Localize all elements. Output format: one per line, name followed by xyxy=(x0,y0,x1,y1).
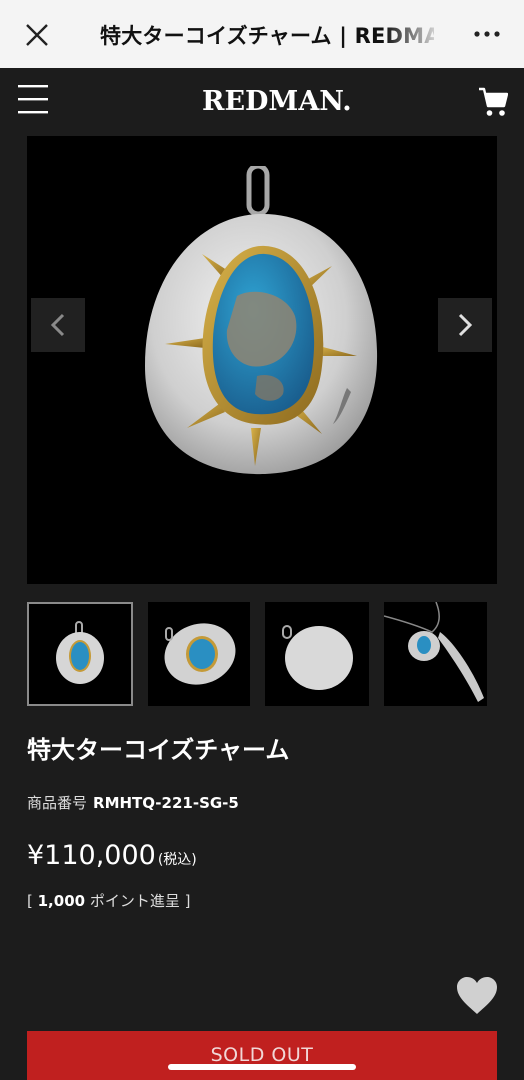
sold-out-button[interactable]: SOLD OUT xyxy=(27,1031,497,1080)
thumbnail-strip xyxy=(27,602,497,708)
more-icon[interactable] xyxy=(474,30,500,38)
thumbnail-4[interactable] xyxy=(384,602,487,706)
product-price: ¥110,000 (税込) xyxy=(27,840,197,871)
turquoise-pendant-image xyxy=(145,166,378,475)
cart-icon[interactable] xyxy=(478,86,508,118)
product-sku: 商品番号 RMHTQ-221-SG-5 xyxy=(27,794,239,812)
hamburger-menu-icon[interactable] xyxy=(18,82,50,116)
browser-bar: 特大ターコイズチャーム | REDMAN xyxy=(0,0,524,68)
thumbnail-2[interactable] xyxy=(148,602,250,706)
gallery-prev-button[interactable] xyxy=(31,298,85,352)
site-logo[interactable]: REDMAN. xyxy=(202,84,352,122)
chevron-right-icon xyxy=(458,313,473,337)
thumbnail-1[interactable] xyxy=(27,602,133,706)
product-main-image[interactable] xyxy=(27,136,497,584)
thumbnail-3[interactable] xyxy=(265,602,369,706)
gallery-next-button[interactable] xyxy=(438,298,492,352)
home-indicator xyxy=(168,1064,356,1070)
chevron-left-icon xyxy=(50,313,65,337)
product-points: [ 1,000 ポイント進呈 ] xyxy=(27,892,191,910)
product-title: 特大ターコイズチャーム xyxy=(27,736,290,764)
heart-icon[interactable] xyxy=(456,976,498,1016)
close-icon[interactable] xyxy=(24,22,50,48)
